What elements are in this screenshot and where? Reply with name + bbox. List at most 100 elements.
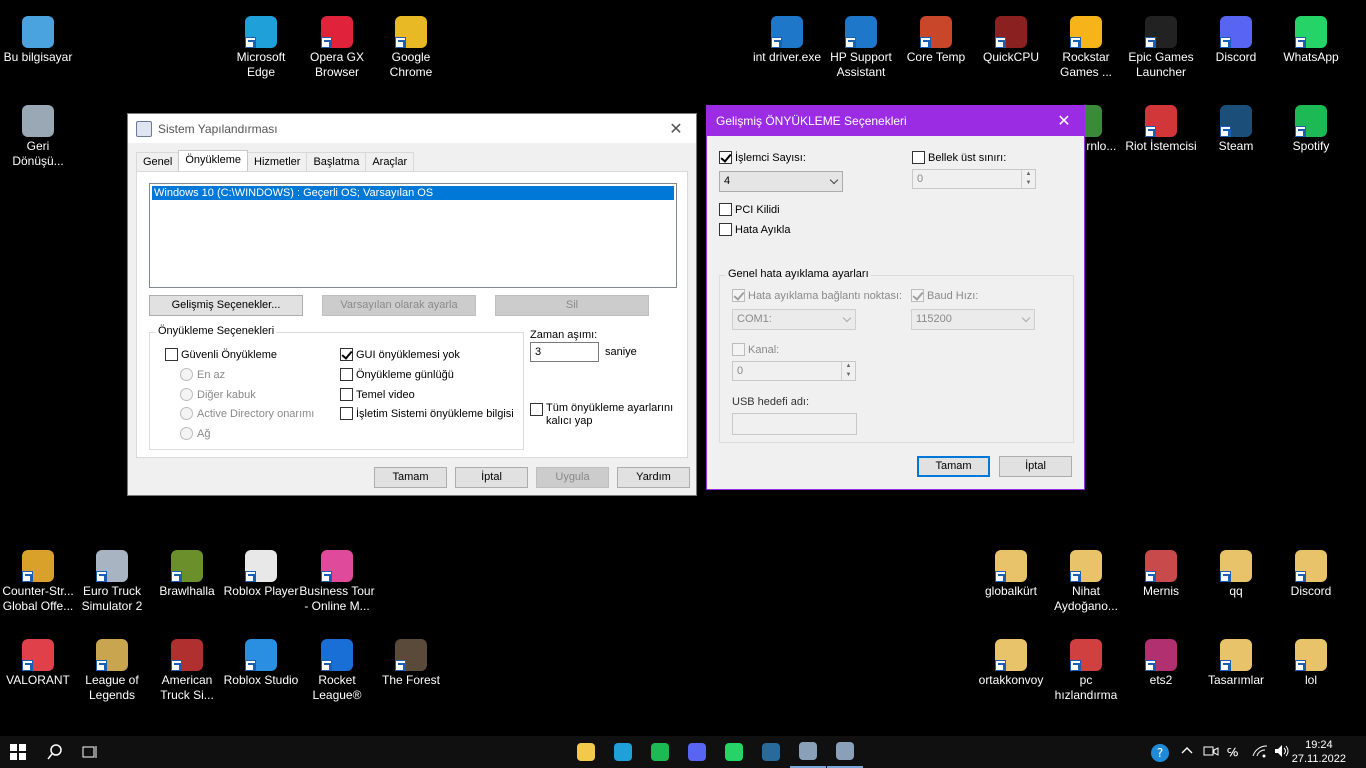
taskbar-app[interactable] — [642, 736, 678, 768]
apply-button[interactable]: Uygula — [536, 467, 609, 488]
help-button[interactable]: Yardım — [617, 467, 690, 488]
tab-tools[interactable]: Araçlar — [365, 152, 415, 171]
num-processors-checkbox[interactable]: İşlemci Sayısı: — [719, 151, 806, 164]
titlebar[interactable]: Gelişmiş ÖNYÜKLEME Seçenekleri ✕ — [707, 106, 1084, 136]
desktop-icon[interactable]: Epic Games Launcher — [1123, 8, 1199, 80]
close-icon[interactable]: ✕ — [1044, 111, 1084, 131]
ime-icon[interactable]: ℅ — [1227, 744, 1245, 761]
os-boot-info-checkbox[interactable]: İşletim Sistemi önyükleme bilgisi — [340, 407, 514, 420]
os-list[interactable]: Windows 10 (C:\WINDOWS) : Geçerli OS; Va… — [149, 183, 677, 288]
desktop-icon[interactable]: Core Temp — [898, 8, 974, 65]
desktop-icon[interactable]: lol — [1273, 631, 1349, 688]
search-button[interactable] — [37, 736, 73, 768]
os-entry[interactable]: Windows 10 (C:\WINDOWS) : Geçerli OS; Va… — [152, 186, 674, 200]
radio-ad-repair[interactable]: Active Directory onarımı — [180, 407, 314, 420]
baud-rate-select[interactable]: 115200 — [911, 309, 1035, 330]
channel-input[interactable]: 0 ▲ ▼ — [732, 361, 856, 381]
desktop-icon[interactable]: Business Tour - Online M... — [299, 542, 375, 614]
desktop-icon[interactable]: HP Support Assistant — [823, 8, 899, 80]
max-memory-input[interactable]: 0 ▲ ▼ — [912, 169, 1036, 189]
desktop-icon[interactable]: Tasarımlar — [1198, 631, 1274, 688]
radio-minimal[interactable]: En az — [180, 368, 225, 381]
volume-icon[interactable] — [1274, 744, 1290, 761]
start-button[interactable] — [0, 736, 36, 768]
desktop-icon[interactable]: Bu bilgisayar — [0, 8, 76, 65]
desktop-icon[interactable]: The Forest — [373, 631, 449, 688]
baud-rate-checkbox[interactable]: Baud Hızı: — [911, 289, 978, 302]
taskbar-app[interactable] — [716, 736, 752, 768]
close-icon[interactable]: ✕ — [656, 119, 696, 139]
desktop-icon[interactable]: American Truck Si... — [149, 631, 225, 703]
spinner-arrows-icon[interactable]: ▲ ▼ — [1021, 170, 1035, 188]
desktop-icon[interactable]: Microsoft Edge — [223, 8, 299, 80]
desktop-icon[interactable]: Rockstar Games ... — [1048, 8, 1124, 80]
desktop-icon[interactable]: Riot İstemcisi — [1123, 97, 1199, 154]
desktop-icon[interactable]: pc hızlandırma — [1048, 631, 1124, 703]
ok-button[interactable]: Tamam — [917, 456, 990, 477]
desktop-icon[interactable]: Euro Truck Simulator 2 — [74, 542, 150, 614]
desktop-icon[interactable]: Counter-Str... Global Offe... — [0, 542, 76, 614]
pci-lock-checkbox[interactable]: PCI Kilidi — [719, 203, 780, 216]
channel-checkbox[interactable]: Kanal: — [732, 343, 779, 356]
desktop-icon[interactable]: qq — [1198, 542, 1274, 599]
debug-checkbox[interactable]: Hata Ayıkla — [719, 223, 790, 236]
desktop-icon[interactable]: Roblox Player — [223, 542, 299, 599]
desktop-icon[interactable]: Opera GX Browser — [299, 8, 375, 80]
timeout-input[interactable]: 3 — [530, 342, 599, 362]
desktop-icon[interactable]: Google Chrome — [373, 8, 449, 80]
clock[interactable]: 19:24 27.11.2022 — [1292, 738, 1346, 766]
help-tray-icon[interactable]: ? — [1150, 743, 1170, 766]
set-default-button[interactable]: Varsayılan olarak ayarla — [322, 295, 476, 316]
desktop-icon[interactable]: Mernis — [1123, 542, 1199, 599]
desktop-icon[interactable]: ortakkonvoy — [973, 631, 1049, 688]
make-permanent-checkbox[interactable]: Tüm önyükleme ayarlarını kalıcı yap — [530, 402, 673, 428]
desktop-icon[interactable]: Discord — [1273, 542, 1349, 599]
desktop-icon[interactable]: ets2 — [1123, 631, 1199, 688]
spinner-arrows-icon[interactable]: ▲ ▼ — [841, 362, 855, 380]
desktop-icon[interactable]: Brawlhalla — [149, 542, 225, 599]
desktop-icon[interactable]: QuickCPU — [973, 8, 1049, 65]
num-processors-select[interactable]: 4 — [719, 171, 843, 192]
desktop-icon[interactable]: globalkürt — [973, 542, 1049, 599]
tab-services[interactable]: Hizmetler — [247, 152, 308, 171]
taskbar-app[interactable] — [753, 736, 789, 768]
taskbar-app[interactable] — [679, 736, 715, 768]
desktop-icon[interactable]: League of Legends — [74, 631, 150, 703]
radio-alternate-shell[interactable]: Diğer kabuk — [180, 388, 256, 401]
desktop-icon[interactable]: Discord — [1198, 8, 1274, 65]
usb-target-input[interactable] — [732, 413, 857, 435]
desktop-icon[interactable]: Nihat Aydoğano... — [1048, 542, 1124, 614]
taskbar-app[interactable] — [790, 736, 826, 768]
delete-button[interactable]: Sil — [495, 295, 649, 316]
desktop-icon[interactable]: Rocket League® — [299, 631, 375, 703]
desktop-icon[interactable]: VALORANT — [0, 631, 76, 688]
taskbar-app[interactable] — [827, 736, 863, 768]
base-video-checkbox[interactable]: Temel video — [340, 388, 415, 401]
task-view-button[interactable] — [72, 736, 108, 768]
titlebar[interactable]: Sistem Yapılandırması ✕ — [128, 114, 696, 143]
desktop-icon[interactable]: Roblox Studio — [223, 631, 299, 688]
desktop-icon[interactable]: int driver.exe — [749, 8, 825, 65]
desktop-icon[interactable]: Spotify — [1273, 97, 1349, 154]
max-memory-checkbox[interactable]: Bellek üst sınırı: — [912, 151, 1006, 164]
taskbar-app[interactable] — [605, 736, 641, 768]
chevron-up-icon[interactable] — [1181, 744, 1193, 761]
desktop-icon[interactable]: WhatsApp — [1273, 8, 1349, 65]
cancel-button[interactable]: İptal — [455, 467, 528, 488]
tab-boot[interactable]: Önyükleme — [178, 150, 248, 171]
debug-port-checkbox[interactable]: Hata ayıklama bağlantı noktası: — [732, 289, 902, 302]
desktop-icon[interactable]: Steam — [1198, 97, 1274, 154]
boot-log-checkbox[interactable]: Önyükleme günlüğü — [340, 368, 454, 381]
radio-network[interactable]: Ağ — [180, 427, 210, 440]
desktop-icon[interactable]: Geri Dönüşü... — [0, 97, 76, 169]
no-gui-boot-checkbox[interactable]: GUI önyüklemesi yok — [340, 348, 460, 361]
ok-button[interactable]: Tamam — [374, 467, 447, 488]
meet-now-icon[interactable] — [1203, 744, 1219, 761]
cancel-button[interactable]: İptal — [999, 456, 1072, 477]
tab-startup[interactable]: Başlatma — [306, 152, 367, 171]
taskbar-app[interactable] — [568, 736, 604, 768]
wifi-icon[interactable] — [1252, 744, 1268, 761]
advanced-options-button[interactable]: Gelişmiş Seçenekler... — [149, 295, 303, 316]
debug-port-select[interactable]: COM1: — [732, 309, 856, 330]
safe-boot-checkbox[interactable]: Güvenli Önyükleme — [165, 348, 277, 361]
